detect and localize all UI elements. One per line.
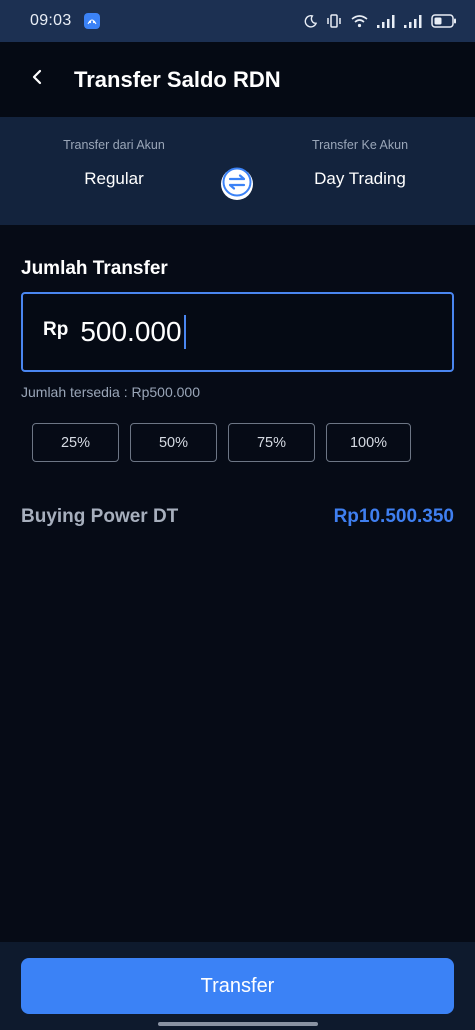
signal-icon <box>404 14 422 28</box>
chevron-left-icon <box>31 69 43 90</box>
percent-100-button[interactable]: 100% <box>326 423 411 462</box>
available-balance: Jumlah tersedia : Rp500.000 <box>21 384 200 400</box>
currency-prefix: Rp <box>43 319 69 340</box>
percent-75-button[interactable]: 75% <box>228 423 315 462</box>
percent-options: 25% 50% 75% 100% <box>32 423 411 462</box>
from-account-label: Transfer dari Akun <box>63 138 165 152</box>
to-account-label: Transfer Ke Akun <box>311 138 409 152</box>
home-indicator[interactable] <box>158 1022 318 1026</box>
moon-icon <box>304 14 317 28</box>
page-title: Transfer Saldo RDN <box>74 66 281 92</box>
buying-power-label: Buying Power DT <box>21 506 179 527</box>
percent-25-button[interactable]: 25% <box>32 423 119 462</box>
status-bar: 09:03 <box>0 0 475 42</box>
to-account-value[interactable]: Day Trading <box>270 169 450 189</box>
battery-icon <box>431 14 457 28</box>
status-time: 09:03 <box>30 12 72 29</box>
amount-value: 500.000 <box>80 316 182 347</box>
from-account-value[interactable]: Regular <box>24 169 204 189</box>
to-account: Transfer Ke Akun Day Trading <box>270 117 450 189</box>
amount-input[interactable]: Rp 500.000 <box>21 292 454 372</box>
app-header: Transfer Saldo RDN <box>0 42 475 117</box>
transfer-screen: 09:03 Transfer Saldo RDN Transfer dari A… <box>0 0 475 1030</box>
account-switcher: Transfer dari Akun Regular Transfer Ke A… <box>0 117 475 225</box>
swap-accounts-button[interactable] <box>221 166 253 203</box>
swap-arrows-icon <box>221 166 253 203</box>
back-button[interactable] <box>17 60 57 100</box>
app-notification-icon <box>83 13 100 29</box>
text-cursor <box>183 315 186 349</box>
transfer-button[interactable]: Transfer <box>21 958 454 1014</box>
buying-power-value: Rp10.500.350 <box>333 506 454 527</box>
wifi-icon <box>351 14 368 28</box>
status-icons <box>304 14 457 28</box>
percent-50-button[interactable]: 50% <box>130 423 217 462</box>
transfer-amount-label: Jumlah Transfer <box>21 258 168 279</box>
buying-power-row: Buying Power DT Rp10.500.350 <box>21 506 454 528</box>
signal-icon <box>377 14 395 28</box>
vibrate-icon <box>326 14 342 28</box>
from-account: Transfer dari Akun Regular <box>24 117 204 189</box>
